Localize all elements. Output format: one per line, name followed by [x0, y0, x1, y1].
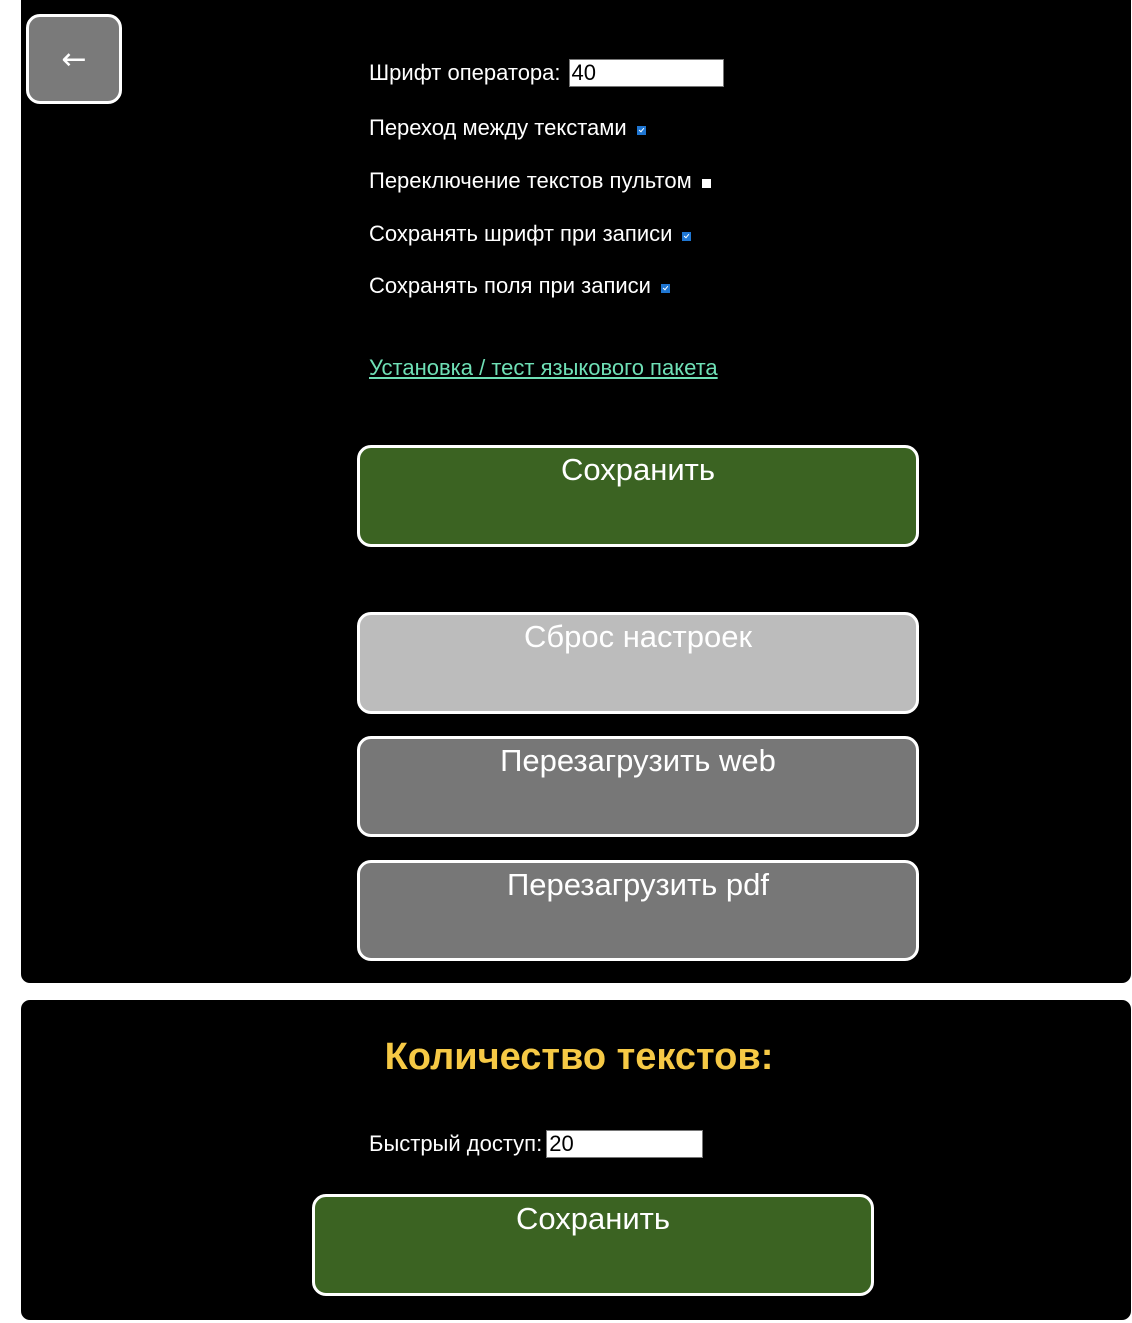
save-settings-label: Сохранить [560, 452, 716, 487]
reload-pdf-label: Перезагрузить pdf [506, 867, 770, 902]
remote-switch-checkbox[interactable] [701, 178, 711, 188]
reload-web-button[interactable]: Перезагрузить web [357, 736, 919, 837]
toggle-label: Переход между текстами [369, 115, 627, 140]
toggle-row-text-transition: Переход между текстами [369, 115, 646, 141]
quick-access-row: Быстрый доступ: [369, 1130, 704, 1158]
language-pack-link[interactable]: Установка / тест языкового пакета [369, 355, 718, 381]
toggle-label: Переключение текстов пультом [369, 168, 692, 193]
quick-access-input[interactable] [546, 1130, 704, 1158]
reset-settings-label: Сброс настроек [523, 619, 753, 654]
reload-pdf-button[interactable]: Перезагрузить pdf [357, 860, 919, 961]
toggle-label: Сохранять шрифт при записи [369, 221, 673, 246]
save-settings-button[interactable]: Сохранить [357, 445, 919, 547]
operator-font-row: Шрифт оператора: [369, 59, 724, 87]
toggle-row-remote-switch: Переключение текстов пультом [369, 168, 711, 194]
toggle-row-save-margins: Сохранять поля при записи [369, 273, 670, 299]
text-transition-checkbox[interactable] [636, 125, 646, 135]
toggle-label: Сохранять поля при записи [369, 273, 651, 298]
text-count-heading: Количество текстов: [384, 1036, 774, 1078]
save-margins-checkbox[interactable] [660, 283, 670, 293]
operator-font-label: Шрифт оператора: [369, 60, 561, 85]
reload-web-label: Перезагрузить web [500, 743, 776, 778]
save-text-count-button[interactable]: Сохранить [312, 1194, 874, 1296]
save-font-checkbox[interactable] [682, 231, 692, 241]
save-text-count-label: Сохранить [515, 1201, 671, 1236]
back-arrow-icon: ← [61, 41, 87, 77]
reset-settings-button[interactable]: Сброс настроек [357, 612, 919, 714]
quick-access-label: Быстрый доступ: [369, 1131, 543, 1156]
back-button[interactable]: ← [26, 14, 122, 104]
operator-font-input[interactable] [568, 59, 724, 87]
toggle-row-save-font: Сохранять шрифт при записи [369, 221, 692, 247]
page: ← Шрифт оператора: Переход между текстам… [0, 0, 1132, 1323]
